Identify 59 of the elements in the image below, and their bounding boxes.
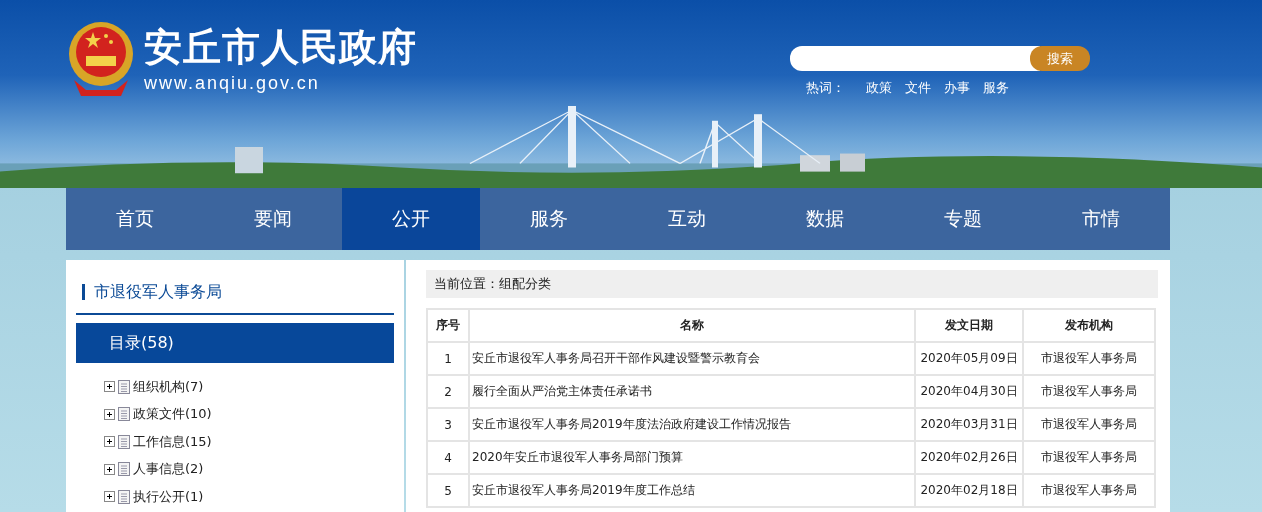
document-icon — [118, 434, 130, 449]
tree-item[interactable]: 政策文件(10) — [133, 405, 212, 424]
tree-item[interactable]: 执行公开(1) — [133, 487, 204, 506]
sidebar-title: 市退役军人事务局 — [76, 278, 394, 315]
document-link[interactable]: 2020年安丘市退役军人事务局部门预算 — [469, 441, 915, 474]
table-cell: 市退役军人事务局 — [1023, 342, 1155, 375]
table-cell: 2020年03月31日 — [915, 408, 1023, 441]
tree-item[interactable]: 组织机构(7) — [133, 377, 204, 396]
table-cell: 5 — [427, 474, 469, 507]
breadcrumb: 当前位置：组配分类 — [426, 270, 1158, 298]
hot-word-link[interactable]: 办事 — [944, 79, 970, 97]
column-header: 发布机构 — [1023, 309, 1155, 342]
hot-word-link[interactable]: 文件 — [905, 79, 931, 97]
table-cell: 市退役军人事务局 — [1023, 408, 1155, 441]
document-link[interactable]: 安丘市退役军人事务局2019年度法治政府建设工作情况报告 — [469, 408, 915, 441]
site-title: 安丘市人民政府 — [144, 24, 417, 71]
expand-icon[interactable] — [104, 408, 115, 420]
document-icon — [118, 379, 130, 394]
nav-tab[interactable]: 互动 — [618, 188, 756, 250]
expand-icon[interactable] — [104, 436, 115, 448]
document-icon — [118, 462, 130, 477]
site-url: www.anqiu.gov.cn — [144, 73, 321, 94]
table-cell: 2020年02月26日 — [915, 441, 1023, 474]
hot-word-link[interactable]: 服务 — [983, 79, 1009, 97]
tree-item[interactable]: 工作信息(15) — [133, 432, 212, 451]
table-cell: 4 — [427, 441, 469, 474]
nav-tab[interactable]: 首页 — [66, 188, 204, 250]
table-cell: 2020年04月30日 — [915, 375, 1023, 408]
emblem-icon — [66, 20, 136, 96]
column-header: 名称 — [469, 309, 915, 342]
hot-word-link[interactable]: 政策 — [866, 79, 892, 97]
document-link[interactable]: 安丘市退役军人事务局2019年度工作总结 — [469, 474, 915, 507]
search-field[interactable] — [790, 46, 1040, 71]
nav-tab[interactable]: 公开 — [342, 188, 480, 250]
column-header: 发文日期 — [915, 309, 1023, 342]
document-link[interactable]: 履行全面从严治党主体责任承诺书 — [469, 375, 915, 408]
table-cell: 2020年05月09日 — [915, 342, 1023, 375]
document-icon — [118, 407, 130, 422]
expand-icon[interactable] — [104, 381, 115, 393]
nav-tab[interactable]: 服务 — [480, 188, 618, 250]
table-cell: 1 — [427, 342, 469, 375]
table-cell: 市退役军人事务局 — [1023, 474, 1155, 507]
nav-tab[interactable]: 数据 — [756, 188, 894, 250]
table-cell: 市退役军人事务局 — [1023, 441, 1155, 474]
nav-tab[interactable]: 专题 — [894, 188, 1032, 250]
nav-tab[interactable]: 要闻 — [204, 188, 342, 250]
table-cell: 2 — [427, 375, 469, 408]
tree-item[interactable]: 人事信息(2) — [133, 460, 204, 479]
column-header: 序号 — [427, 309, 469, 342]
nav-tab[interactable]: 市情 — [1032, 188, 1170, 250]
table-cell: 市退役军人事务局 — [1023, 375, 1155, 408]
catalog-header: 目录(58) — [76, 323, 394, 363]
hot-words-label: 热词： — [806, 79, 845, 97]
expand-icon[interactable] — [104, 463, 115, 475]
expand-icon[interactable] — [104, 491, 115, 503]
table-cell: 3 — [427, 408, 469, 441]
table-cell: 2020年02月18日 — [915, 474, 1023, 507]
document-icon — [118, 489, 130, 504]
document-link[interactable]: 安丘市退役军人事务局召开干部作风建设暨警示教育会 — [469, 342, 915, 375]
